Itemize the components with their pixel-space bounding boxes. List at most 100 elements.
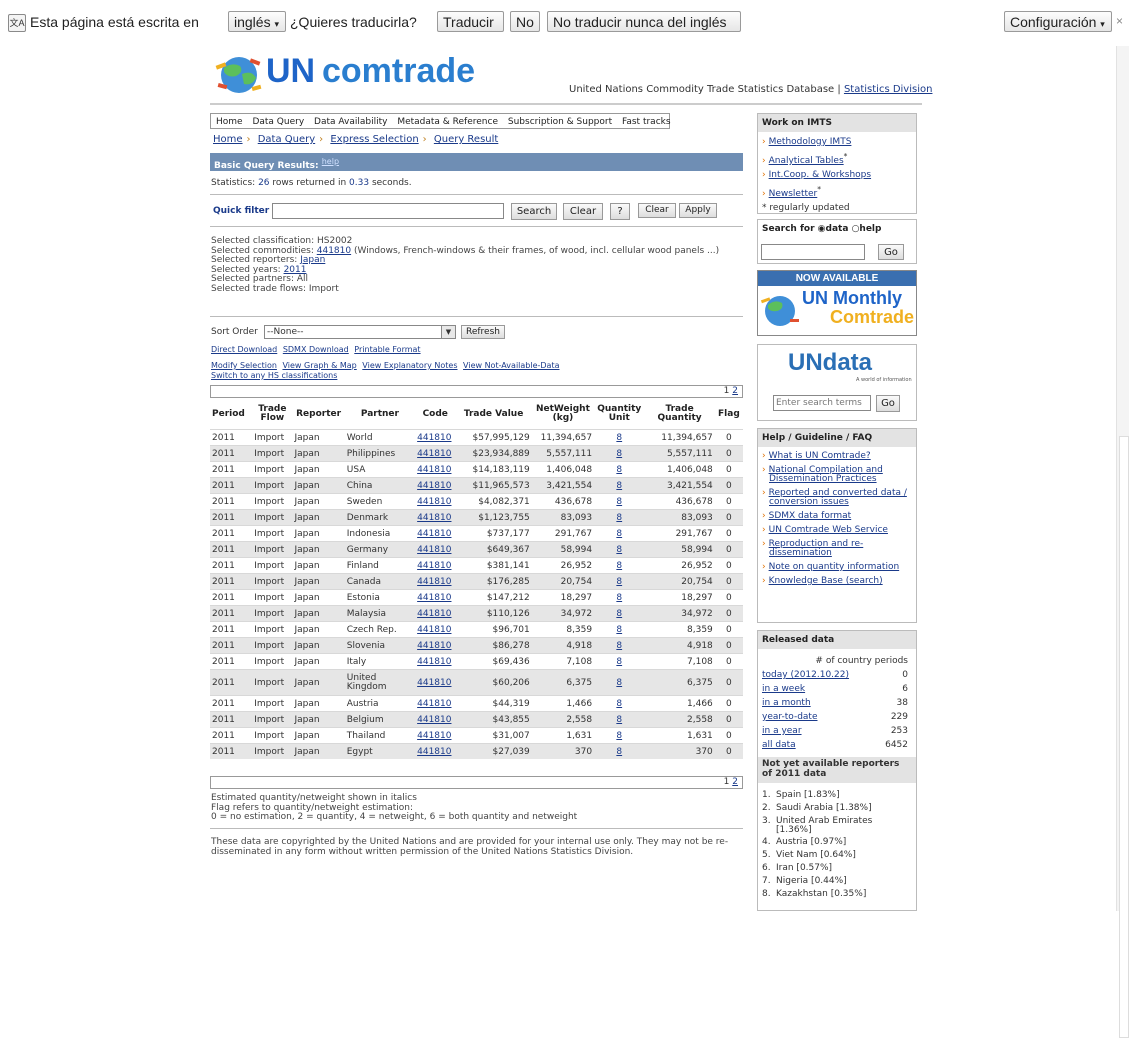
imts-analytical-link[interactable]: Analytical Tables bbox=[769, 156, 844, 166]
code-link[interactable]: 441810 bbox=[417, 699, 451, 709]
undata-logo[interactable]: UNdata bbox=[788, 349, 872, 377]
code-link[interactable]: 441810 bbox=[417, 678, 451, 688]
col-quantity-unit[interactable]: Quantity Unit bbox=[594, 399, 644, 430]
quantity-unit-link[interactable]: 8 bbox=[616, 513, 622, 523]
help-link[interactable]: Reported and converted data / conversion… bbox=[769, 488, 907, 507]
view-graph-map-link[interactable]: View Graph & Map bbox=[282, 361, 356, 370]
quantity-unit-link[interactable]: 8 bbox=[616, 657, 622, 667]
released-period-link[interactable]: in a month bbox=[762, 698, 811, 708]
modify-selection-link[interactable]: Modify Selection bbox=[211, 361, 277, 370]
view-explanatory-notes-link[interactable]: View Explanatory Notes bbox=[362, 361, 457, 370]
help-link[interactable]: SDMX data format bbox=[769, 511, 852, 521]
quantity-unit-link[interactable]: 8 bbox=[616, 609, 622, 619]
code-link[interactable]: 441810 bbox=[417, 481, 451, 491]
code-link[interactable]: 441810 bbox=[417, 657, 451, 667]
nav-data-query[interactable]: Data Query bbox=[252, 117, 304, 127]
reporter-link[interactable]: Japan bbox=[300, 255, 325, 265]
scrollbar-thumb[interactable] bbox=[1119, 436, 1129, 1038]
sort-order-select[interactable]: --None-- ▼ bbox=[264, 325, 456, 339]
results-help-link[interactable]: help bbox=[322, 157, 339, 166]
undata-search-input[interactable]: Enter search terms bbox=[773, 395, 871, 411]
sdmx-download-link[interactable]: SDMX Download bbox=[283, 345, 349, 354]
crumb-express-selection[interactable]: Express Selection bbox=[330, 134, 418, 145]
released-period-link[interactable]: today (2012.10.22) bbox=[762, 670, 849, 680]
nav-home[interactable]: Home bbox=[216, 117, 243, 127]
col-netweight[interactable]: NetWeight (kg) bbox=[532, 399, 594, 430]
clear-all-button[interactable]: Clear bbox=[638, 203, 676, 218]
quantity-unit-link[interactable]: 8 bbox=[616, 625, 622, 635]
released-period-link[interactable]: in a week bbox=[762, 684, 805, 694]
code-link[interactable]: 441810 bbox=[417, 545, 451, 555]
quantity-unit-link[interactable]: 8 bbox=[616, 545, 622, 555]
year-link[interactable]: 2011 bbox=[284, 265, 307, 275]
statistics-division-link[interactable]: Statistics Division bbox=[844, 84, 933, 95]
page-2-link[interactable]: 2 bbox=[732, 386, 738, 396]
col-trade-flow[interactable]: Trade Flow bbox=[252, 399, 292, 430]
page-2-link[interactable]: 2 bbox=[732, 777, 738, 787]
nav-fast-tracks[interactable]: Fast tracks bbox=[622, 117, 671, 127]
switch-hs-link[interactable]: Switch to any HS classifications bbox=[211, 371, 337, 380]
code-link[interactable]: 441810 bbox=[417, 465, 451, 475]
code-link[interactable]: 441810 bbox=[417, 641, 451, 651]
code-link[interactable]: 441810 bbox=[417, 609, 451, 619]
code-link[interactable]: 441810 bbox=[417, 497, 451, 507]
quantity-unit-link[interactable]: 8 bbox=[616, 497, 622, 507]
quantity-unit-link[interactable]: 8 bbox=[616, 715, 622, 725]
col-trade-value[interactable]: Trade Value bbox=[455, 399, 531, 430]
translate-button[interactable]: Traducir bbox=[437, 11, 504, 32]
imts-intcoop-link[interactable]: Int.Coop. & Workshops bbox=[769, 170, 871, 180]
col-code[interactable]: Code bbox=[415, 399, 455, 430]
col-period[interactable]: Period bbox=[210, 399, 252, 430]
col-partner[interactable]: Partner bbox=[345, 399, 415, 430]
crumb-home[interactable]: Home bbox=[213, 134, 243, 145]
search-button[interactable]: Search bbox=[511, 203, 557, 220]
released-period-link[interactable]: all data bbox=[762, 740, 796, 750]
quantity-unit-link[interactable]: 8 bbox=[616, 481, 622, 491]
nav-data-availability[interactable]: Data Availability bbox=[314, 117, 387, 127]
crumb-data-query[interactable]: Data Query bbox=[258, 134, 315, 145]
radio-data[interactable]: ◉ bbox=[818, 224, 826, 234]
quantity-unit-link[interactable]: 8 bbox=[616, 577, 622, 587]
code-link[interactable]: 441810 bbox=[417, 577, 451, 587]
help-link[interactable]: UN Comtrade Web Service bbox=[769, 525, 888, 535]
monthly-comtrade-banner[interactable]: NOW AVAILABLE UN Monthly Comtrade bbox=[757, 270, 917, 336]
quantity-unit-link[interactable]: 8 bbox=[616, 593, 622, 603]
code-link[interactable]: 441810 bbox=[417, 433, 451, 443]
quantity-unit-link[interactable]: 8 bbox=[616, 641, 622, 651]
close-icon[interactable]: × bbox=[1116, 14, 1123, 28]
crumb-query-result[interactable]: Query Result bbox=[434, 134, 498, 145]
code-link[interactable]: 441810 bbox=[417, 625, 451, 635]
comtrade-logo[interactable]: UN comtrade bbox=[214, 52, 484, 96]
imts-newsletter-link[interactable]: Newsletter bbox=[769, 189, 818, 199]
help-link[interactable]: What is UN Comtrade? bbox=[769, 451, 871, 461]
code-link[interactable]: 441810 bbox=[417, 747, 451, 757]
help-link[interactable]: Reproduction and re-dissemination bbox=[769, 539, 864, 558]
code-link[interactable]: 441810 bbox=[417, 529, 451, 539]
quick-filter-input[interactable] bbox=[272, 203, 504, 219]
no-button[interactable]: No bbox=[510, 11, 540, 32]
code-link[interactable]: 441810 bbox=[417, 561, 451, 571]
code-link[interactable]: 441810 bbox=[417, 593, 451, 603]
code-link[interactable]: 441810 bbox=[417, 731, 451, 741]
code-link[interactable]: 441810 bbox=[417, 449, 451, 459]
quantity-unit-link[interactable]: 8 bbox=[616, 449, 622, 459]
apply-button[interactable]: Apply bbox=[679, 203, 717, 218]
col-reporter[interactable]: Reporter bbox=[292, 399, 344, 430]
site-search-input[interactable] bbox=[761, 244, 865, 260]
printable-format-link[interactable]: Printable Format bbox=[354, 345, 420, 354]
commodity-code-link[interactable]: 441810 bbox=[317, 246, 351, 256]
help-link[interactable]: Knowledge Base (search) bbox=[769, 576, 883, 586]
col-flag[interactable]: Flag bbox=[715, 399, 743, 430]
site-search-go-button[interactable]: Go bbox=[878, 244, 904, 260]
nav-metadata[interactable]: Metadata & Reference bbox=[397, 117, 498, 127]
quantity-unit-link[interactable]: 8 bbox=[616, 699, 622, 709]
imts-methodology-link[interactable]: Methodology IMTS bbox=[769, 137, 852, 147]
direct-download-link[interactable]: Direct Download bbox=[211, 345, 277, 354]
view-not-available-link[interactable]: View Not-Available-Data bbox=[463, 361, 559, 370]
config-dropdown[interactable]: Configuración ▾ bbox=[1004, 11, 1112, 32]
nav-subscription[interactable]: Subscription & Support bbox=[508, 117, 612, 127]
filter-help-button[interactable]: ? bbox=[610, 203, 630, 220]
quantity-unit-link[interactable]: 8 bbox=[616, 465, 622, 475]
clear-button[interactable]: Clear bbox=[563, 203, 603, 220]
undata-go-button[interactable]: Go bbox=[876, 395, 900, 412]
